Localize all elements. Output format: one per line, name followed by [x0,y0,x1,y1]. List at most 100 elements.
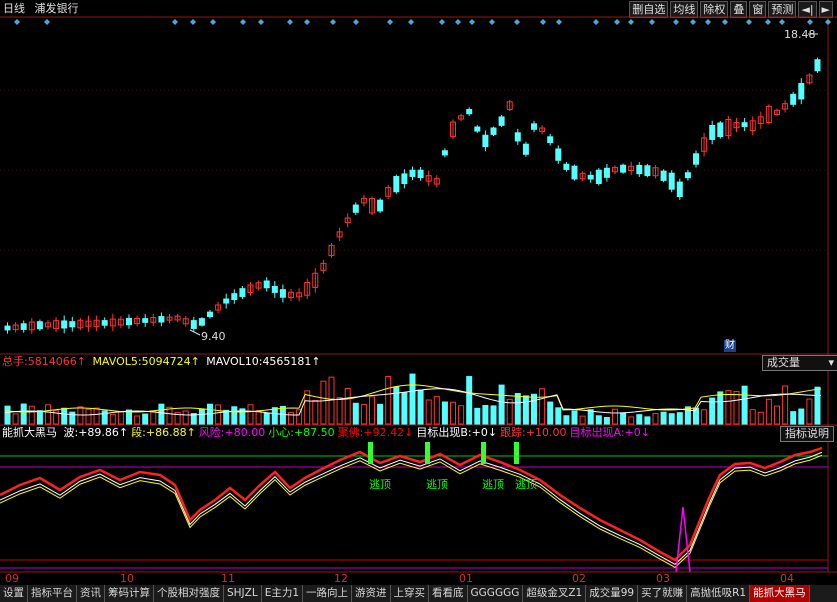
tab-relative-strength[interactable]: 个股相对强度 [154,585,224,602]
financial-marker[interactable]: 财 [724,340,736,352]
tab-gggggg[interactable]: GGGGGG [468,585,524,602]
tab-cross-buy[interactable]: 上穿买 [391,585,430,602]
volume-bar [782,385,789,425]
indicator-value-item: 波:+89.86↑ [64,426,129,439]
volume-bar [198,408,205,425]
indicator-values: 波:+89.86↑ 段:+86.88↑ 风险:+80.00 小心:+87.50 聚佛:+… [61,426,650,439]
volume-bar [28,405,35,425]
volume-bar [725,390,732,425]
tab-settings[interactable]: 设置 [0,585,28,602]
tab-high-low-r1[interactable]: 高抛低吸R1 [687,585,751,602]
indicator-line-main [0,446,823,562]
signal-diamond-icon [705,19,711,25]
indicator-value-number: +0↓ [624,426,650,439]
volume-bar [93,407,100,425]
signal-diamond-icon [44,19,50,25]
volume-bar [620,412,627,425]
candlestick [198,318,205,326]
tab-hot-money[interactable]: 游资进 [352,585,391,602]
indicator-select[interactable]: 成交量 ▾ [762,355,837,371]
candlestick [69,321,76,328]
indicator-panel-header: 能抓大黑马 波:+89.86↑ 段:+86.88↑ 风险:+80.00 小心:+87.… [2,426,650,440]
volume-bar [117,411,124,425]
signal-diamond-icon [258,19,264,25]
date-label: 03 [656,572,670,585]
volume-bar [369,396,375,425]
candlestick [61,320,68,329]
candlestick [271,285,278,293]
candlestick [409,169,416,177]
tab-golden-cross[interactable]: 超级金叉Z1 [523,585,587,602]
tab-e-main1[interactable]: E主力1 [262,585,304,602]
signal-diamond-icon [14,19,20,25]
tab-indicator-platform[interactable]: 指标平台 [28,585,77,602]
volume-bar [814,386,821,425]
volume-bar [263,412,270,425]
volume-bar [806,398,813,425]
chart-canvas[interactable] [0,0,837,602]
candlestick [668,172,675,190]
candlestick [555,148,562,161]
tab-black-horse[interactable]: 能抓大黑马 [750,585,810,602]
candlestick [644,165,651,177]
candlestick [482,134,489,148]
signal-diamond-icon [210,19,216,25]
target-spike [675,506,691,573]
date-label: 02 [572,572,586,585]
volume-bar [531,393,537,425]
candlestick [595,169,602,184]
volume-bar [798,408,805,425]
tab-shjzl[interactable]: SHJZL [224,585,262,602]
volume-bar [450,401,456,425]
candlestick [239,288,246,297]
indicator-value-label: 小心: [268,426,294,439]
signal-bar [481,442,486,464]
volume-bar [466,376,473,425]
tab-all-the-way-up[interactable]: 一路向上 [303,585,353,602]
volume-bar [458,405,465,425]
indicator-value-number: +0↓ [471,426,498,439]
tab-volume99[interactable]: 成交量99 [586,585,639,602]
volume-bar [134,415,141,425]
volume-bar [142,413,149,425]
indicator-value-label: 风险: [198,426,225,439]
volume-bar [344,387,351,425]
stock-chart-window: 日线 浦发银行 删自选 均线 除权 叠 窗 预测 ◄| ► 18.48 9.40… [0,0,837,602]
tab-buy-profit[interactable]: 买了就赚 [638,585,688,602]
candlestick [474,126,481,132]
volume-bar [790,411,797,425]
date-label: 01 [459,572,473,585]
candlestick [126,317,132,326]
signal-diamond-icon [514,19,520,25]
signal-bar [368,442,373,464]
signal-diamond-icon [746,19,752,25]
indicator-help-button[interactable]: 指标说明 [780,426,834,442]
price-low-label: 9.40 [201,330,226,343]
candlestick [522,143,529,155]
indicator-value-label: 跟踪: [500,426,526,439]
signal-diamond-icon [593,19,599,25]
tab-news[interactable]: 资讯 [77,585,105,602]
price-high-label: 18.48 [784,28,816,41]
signal-diamond-icon [240,19,246,25]
volume-bar [12,413,19,425]
candlestick [352,204,359,213]
signal-label: 逃顶 [369,478,391,491]
volume-bar [433,396,440,425]
signal-diamond-icon [353,19,359,25]
tab-bottom[interactable]: 看看底 [429,585,468,602]
volume-bar [547,401,554,425]
indicator-value-label: 目标出现B: [416,426,472,439]
volume-bar [271,407,278,425]
candlestick [490,127,497,135]
signal-diamond-icon [304,19,310,25]
candlestick [620,164,627,173]
candlestick [603,167,610,178]
tab-chip-calc[interactable]: 筹码计算 [105,585,154,602]
indicator-value-number: +86.88↑ [145,426,196,439]
volume-bar [109,413,116,425]
volume-bar [514,392,521,425]
signal-diamond-icon [387,19,393,25]
volume-panel-header: 总手:5814066↑ MAVOL5:5094724↑ MAVOL10:4565… [2,355,321,369]
indicator-select-label: 成交量 [767,356,800,369]
